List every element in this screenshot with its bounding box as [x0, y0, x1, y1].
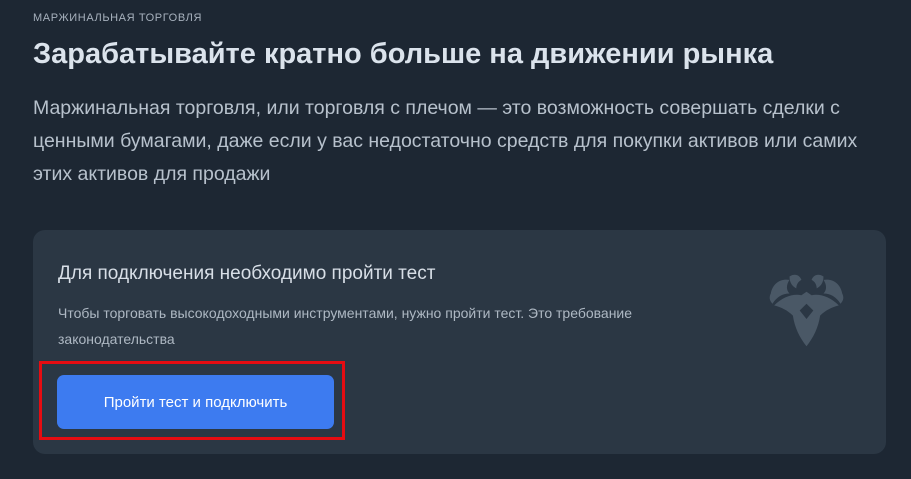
test-requirement-card: Для подключения необходимо пройти тест Ч… [33, 230, 886, 454]
page-description: Маржинальная торговля, или торговля с пл… [33, 97, 858, 185]
double-headed-eagle-icon [769, 274, 844, 347]
page-title: Зарабатывайте кратно больше на движении … [33, 38, 774, 70]
take-test-and-connect-button[interactable]: Пройти тест и подключить [57, 375, 334, 429]
margin-trading-page: МАРЖИНАЛЬНАЯ ТОРГОВЛЯ Зарабатывайте крат… [0, 0, 911, 479]
card-description: Чтобы торговать высокодоходными инструме… [58, 305, 633, 347]
card-title: Для подключения необходимо пройти тест [58, 263, 436, 284]
section-eyebrow: МАРЖИНАЛЬНАЯ ТОРГОВЛЯ [33, 12, 203, 24]
